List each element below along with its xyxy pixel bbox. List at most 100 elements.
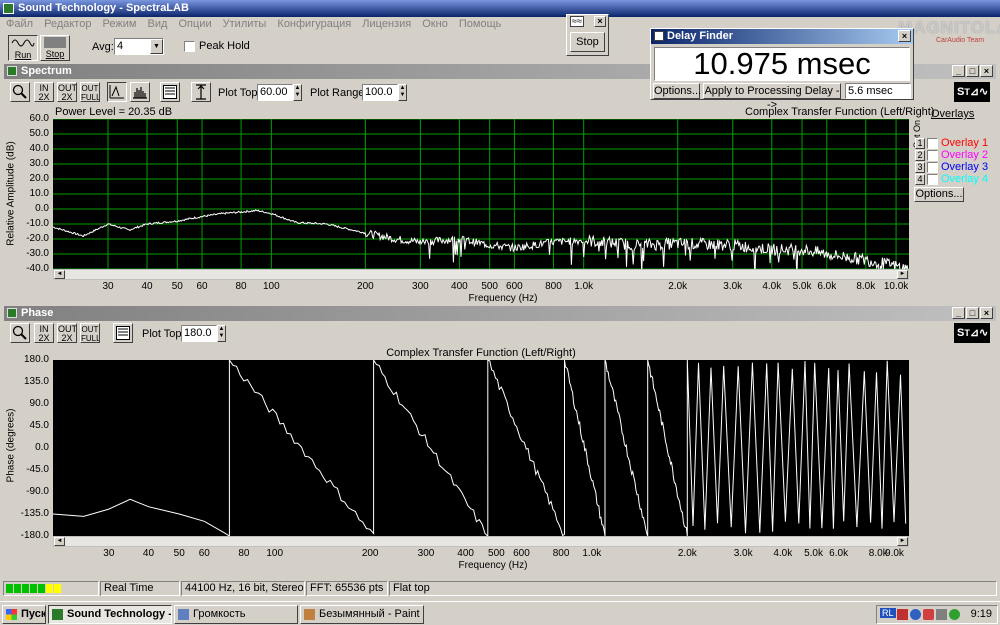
overlay-label: Overlay 2 [941,149,989,161]
menu-item-options[interactable]: Опции [178,18,211,30]
zoom-out-2x-button[interactable]: OUT 2X [57,323,77,343]
scroll-right-icon[interactable]: ► [897,537,908,546]
stop-window-icon: ≈≈ [570,16,584,27]
phase-scrollbar[interactable]: ◄ ► [53,536,909,547]
close-icon[interactable]: × [594,16,606,27]
x-tick-label: 6.0k [829,548,849,559]
overlay-set-button[interactable]: 3 [915,162,925,173]
overlay-checkbox[interactable] [927,174,938,185]
scroll-right-icon[interactable]: ► [897,270,908,279]
x-tick-label: 100 [262,281,280,292]
plot-range-input[interactable]: 100.0 [362,84,398,101]
minimize-icon[interactable]: _ [952,307,965,319]
x-tick-label: 80 [238,548,250,559]
minimize-icon[interactable]: _ [952,65,965,77]
overlay-set-button[interactable]: 1 [915,138,925,149]
delay-options-button[interactable]: Options... [653,83,701,99]
x-tick-label: 60 [196,281,208,292]
status-bar: Real Time 44100 Hz, 16 bit, Stereo FFT: … [0,579,1000,597]
tray-status-icon[interactable] [949,609,960,620]
line-plot-icon[interactable] [107,82,127,102]
bar-plot-icon[interactable] [130,82,150,102]
language-indicator[interactable]: RL [880,608,896,618]
menu-item-help[interactable]: Помощь [459,18,502,30]
overlay-row-4: 4 Overlay 4 [915,173,999,186]
menu-item-utilities[interactable]: Утилиты [223,18,267,30]
tray-app-icon[interactable] [897,609,908,620]
chevron-down-icon[interactable]: ▼ [150,39,163,54]
menu-item-view[interactable]: Вид [148,18,168,30]
delay-finder-window: Delay Finder × 10.975 msec Options... Ap… [650,28,914,111]
phase-plot-top-spinner[interactable]: ▲ ▼ [217,325,226,342]
overlay-set-button[interactable]: 4 [915,174,925,185]
plot-top-spinner[interactable]: ▲ ▼ [293,84,302,101]
y-tick-label: 180.0 [23,354,49,365]
task-paint[interactable]: Безымянный - Paint [300,605,424,624]
tray-network-icon[interactable] [910,609,921,620]
overlay-set-button[interactable]: 2 [915,150,925,161]
spectrum-scrollbar[interactable]: ◄ ► [53,269,909,280]
clock: 9:19 [970,608,992,620]
close-icon[interactable]: × [980,65,993,77]
phase-chart: Complex Transfer Function (Left/Right) P… [0,346,912,576]
plot-properties-icon[interactable] [160,82,180,102]
menu-item-configuration[interactable]: Конфигурация [277,18,351,30]
menu-item-mode[interactable]: Режим [103,18,137,30]
close-icon[interactable]: × [980,307,993,319]
menu-item-license[interactable]: Лицензия [362,18,411,30]
plot-properties-icon[interactable] [113,323,133,343]
task-soundtech[interactable]: Sound Technology - S... [48,605,172,624]
processing-delay-input[interactable]: 5.6 msec [845,83,911,99]
y-tick-label: 60.0 [29,113,49,124]
plot-top-input[interactable]: 60.00 [257,84,293,101]
overlay-checkbox[interactable] [927,138,938,149]
scroll-left-icon[interactable]: ◄ [54,270,65,279]
overlay-checkbox[interactable] [927,162,938,173]
x-tick-label: 1.0k [582,548,602,559]
zoom-out-full-button[interactable]: OUT FULL [80,323,100,343]
x-tick-label: 3.0k [733,548,753,559]
tray-volume-icon[interactable] [936,609,947,620]
x-tick-label: 4.0k [762,281,782,292]
stop-button[interactable]: Stop [40,35,70,61]
spectrum-panel-title: Spectrum [21,65,72,77]
y-tick-label: -135.0 [20,508,49,519]
phase-plot-top-input[interactable]: 180.0 [181,325,217,342]
overlay-checkbox[interactable] [927,150,938,161]
plot-range-spinner[interactable]: ▲ ▼ [398,84,407,101]
overlays-label: Overlays [931,108,975,120]
menu-item-file[interactable]: Файл [6,18,33,30]
menu-item-window[interactable]: Окно [422,18,448,30]
stop-window-button[interactable]: Stop [570,32,605,52]
zoom-icon[interactable] [10,82,30,102]
y-tick-label: -45.0 [26,464,49,475]
x-tick-label: 1.0k [574,281,594,292]
zoom-out-full-button[interactable]: OUT FULL [80,82,100,102]
maximize-icon[interactable]: □ [966,65,979,77]
tray-shield-icon[interactable] [923,609,934,620]
app-title: Sound Technology - SpectraLAB [18,2,189,14]
phase-panel-titlebar: Phase _ □ × [4,306,996,321]
menu-item-edit[interactable]: Редактор [44,18,91,30]
zoom-out-2x-button[interactable]: OUT 2X [57,82,77,102]
overlay-options-button[interactable]: Options... [914,187,964,202]
task-volume[interactable]: Громкость [174,605,298,624]
avg-select[interactable]: 4 ▼ [114,38,164,55]
peak-hold-checkbox[interactable] [184,41,195,52]
maximize-icon[interactable]: □ [966,307,979,319]
x-tick-label: 800 [545,281,562,292]
x-tick-label: 800 [552,548,570,559]
y-tick-label: 50.0 [29,128,49,139]
task-label: Громкость [193,608,246,620]
scroll-left-icon[interactable]: ◄ [54,537,65,546]
close-icon[interactable]: × [898,30,911,42]
zoom-in-2x-button[interactable]: IN 2X [34,82,54,102]
zoom-icon[interactable] [10,323,30,343]
phase-plot-area [53,360,909,536]
apply-delay-button[interactable]: Apply to Processing Delay --> [703,83,841,111]
start-button[interactable]: Пуск [2,605,46,624]
cursor-icon[interactable] [191,82,211,102]
run-button[interactable]: Run [8,35,38,61]
taskbar: Пуск Sound Technology - S... Громкость Б… [0,601,1000,625]
zoom-in-2x-button[interactable]: IN 2X [34,323,54,343]
